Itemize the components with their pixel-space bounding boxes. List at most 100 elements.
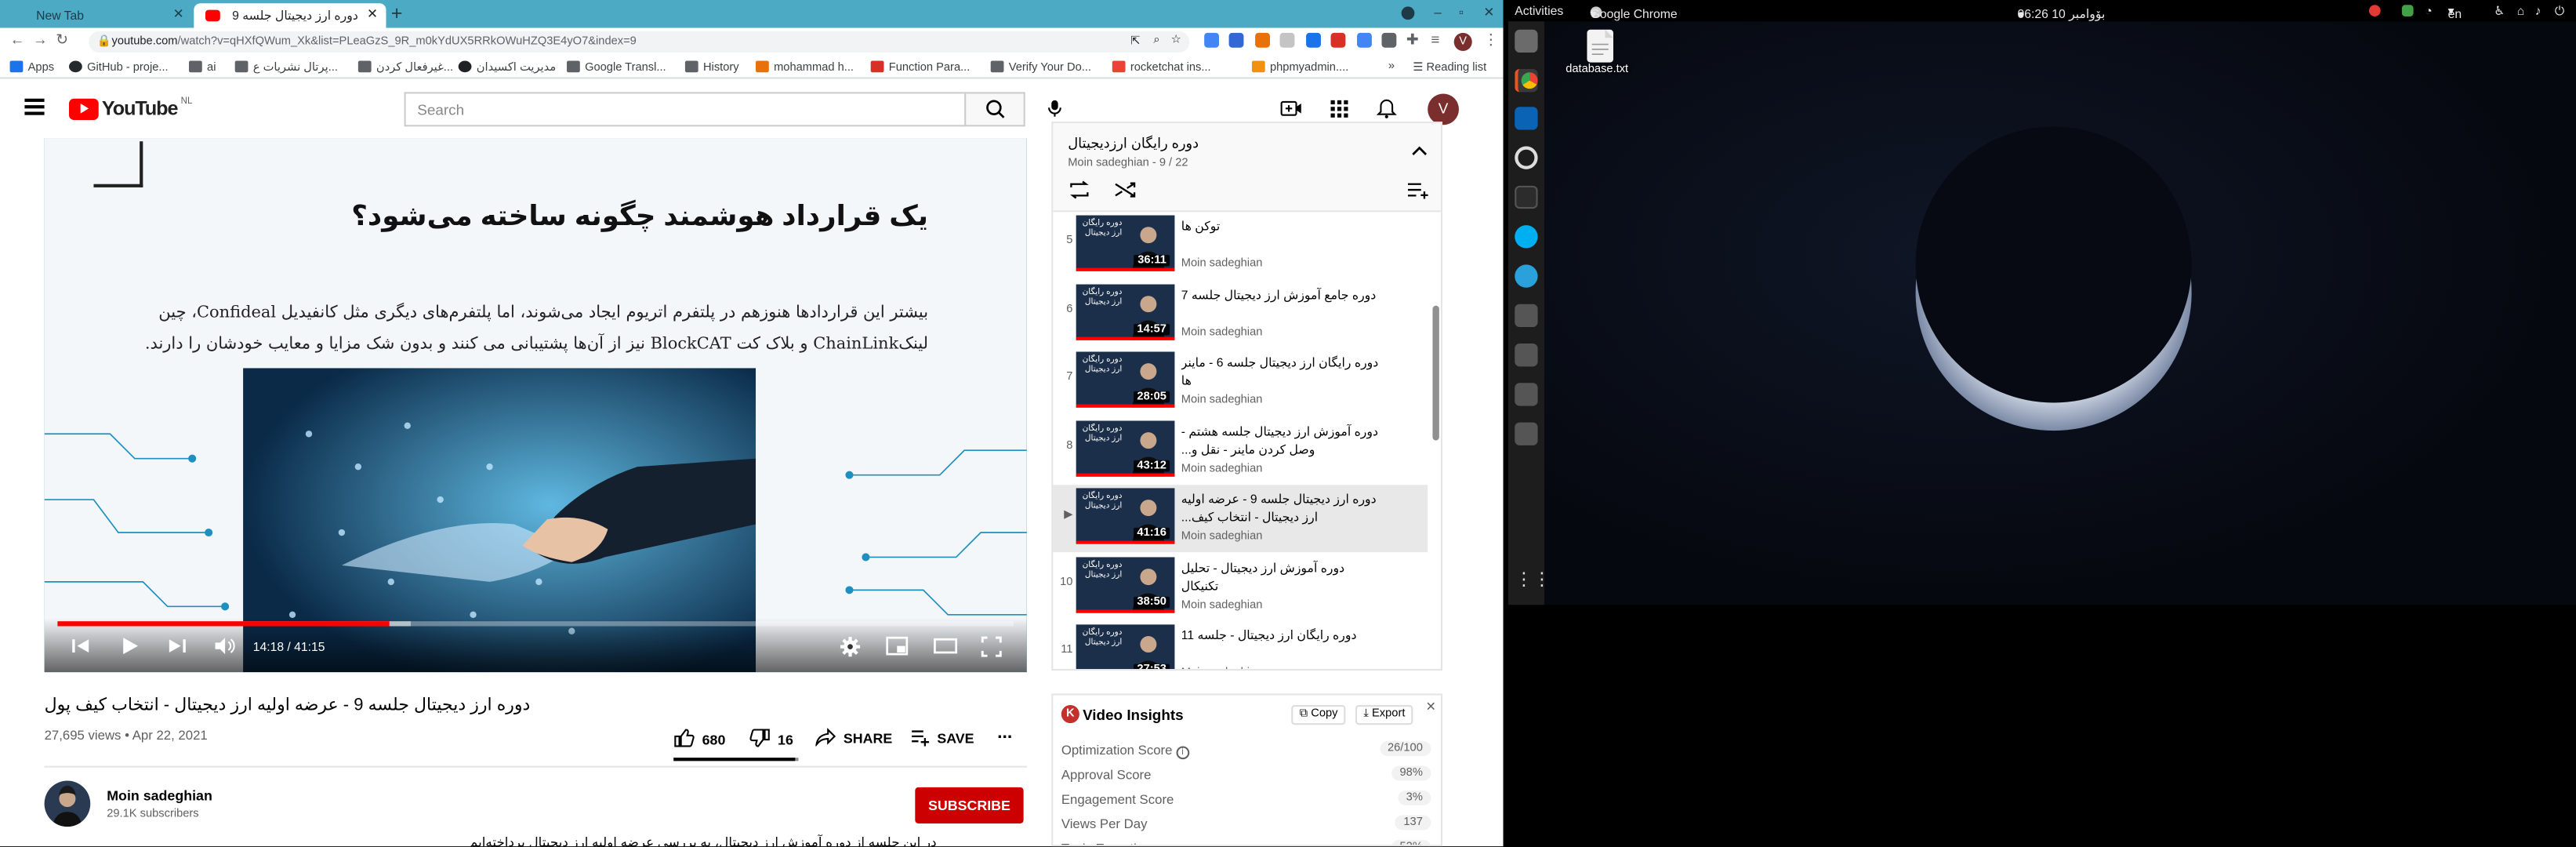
network-icon[interactable]: ⌂ [2517,3,2524,18]
channel-name[interactable]: Moin sadeghian [107,787,212,804]
play-icon[interactable] [120,636,140,656]
fullscreen-icon[interactable] [981,636,1002,657]
bookmark-history[interactable]: History [684,60,739,74]
like-button[interactable]: 680 [673,728,725,748]
app-icon[interactable] [1515,304,1538,328]
extension-icon[interactable] [1306,32,1321,48]
next-icon[interactable] [168,636,187,656]
tray-app-icon[interactable] [2368,5,2381,16]
user-avatar[interactable]: V [1428,93,1459,125]
search-button[interactable] [964,92,1025,127]
tor-icon[interactable] [1515,146,1538,169]
extension-icon[interactable] [1255,32,1270,48]
bookmark-phpmyadmin[interactable]: phpmyadmin.... [1251,60,1348,74]
playlist-item[interactable]: 5 دوره رایگان ارز دیجیتال 36:11 توکن ها Moin… [1053,212,1428,279]
bookmark-google-translate[interactable]: Google Transl... [567,60,666,74]
create-video-icon[interactable] [1280,97,1303,120]
channel-avatar[interactable] [44,780,91,827]
tray-app-icon[interactable]: ◔ [2425,3,2432,18]
chrome-dock-icon[interactable] [1515,69,1538,93]
playlist-item[interactable]: ▶ دوره رایگان ارز دیجیتال 41:16 دوره ارز دی… [1053,485,1428,553]
extension-icon[interactable] [1279,32,1295,48]
settings-gear-icon[interactable] [840,636,861,657]
bookmark-star-icon[interactable]: ☆ [1171,33,1181,46]
subscribe-button[interactable]: SUBSCRIBE [915,787,1024,823]
extension-icon[interactable] [1228,32,1244,48]
video-player[interactable]: یک قرارداد هوشمند چگونه ساخته می‌شود؟ بی… [44,138,1027,673]
playlist-menu-icon[interactable] [1406,183,1429,199]
zoom-icon[interactable]: ⌕ [1153,35,1159,48]
reload-icon[interactable]: ↻ [56,31,68,49]
new-tab-button[interactable]: + [391,2,403,24]
bookmark-function-para[interactable]: Function Para... [870,60,970,74]
address-bar[interactable]: 🔒 youtube.com/watch?v=qHXfQWum_Xk&list=P… [89,31,1190,53]
bookmarks-overflow[interactable]: » [1388,61,1395,73]
activities-button[interactable]: Activities [1515,3,1563,18]
more-actions-button[interactable]: ... [997,723,1012,743]
back-icon[interactable]: ← [10,31,25,48]
tray-app-icon[interactable] [2401,5,2414,16]
progress-bar[interactable] [57,621,1014,627]
theater-mode-icon[interactable] [933,636,958,656]
shuffle-icon[interactable] [1114,181,1137,199]
save-button[interactable]: SAVE [910,728,974,747]
minimize-icon[interactable]: – [1435,5,1442,20]
tab-youtube[interactable]: دوره ارز دیجیتال جلسه 9 ✕ [194,3,386,28]
media-icon[interactable]: ≡ [1431,31,1439,48]
bookmark-oxidan[interactable]: مدیریت اکسیدان [458,60,556,74]
loop-icon[interactable] [1068,180,1090,199]
search-input[interactable]: Search [404,92,967,127]
app-icon[interactable] [1515,344,1538,367]
text-file-icon[interactable] [1587,29,1613,63]
share-button[interactable]: SHARE [815,727,892,747]
forward-icon[interactable]: → [33,31,48,48]
playlist-item[interactable]: 10 دوره رایگان ارز دیجیتال 38:50 دوره آموزش… [1053,553,1428,620]
copy-button[interactable]: ⧉ Copy [1291,705,1347,725]
reading-list[interactable]: ☰ Reading list [1413,61,1486,75]
app-icon[interactable] [1515,383,1538,406]
bookmark-github[interactable]: GitHub - proje... [69,60,169,74]
collapse-chevron-icon[interactable] [1411,144,1428,156]
bookmark-ai-folder[interactable]: ai [189,60,216,74]
playlist-title[interactable]: دوره رایگان ارزدیجیتال [1068,135,1199,153]
bookmark-mohammad[interactable]: mohammad h... [756,60,854,74]
microphone-icon[interactable] [1045,99,1065,118]
previous-icon[interactable] [71,636,90,656]
miniplayer-icon[interactable] [886,636,909,656]
telegram-icon[interactable] [1515,264,1538,288]
playlist-item[interactable]: 11 دوره رایگان ارز دیجیتال 27:53 دوره رایگا… [1053,621,1428,669]
skype-icon[interactable] [1515,225,1538,249]
playlist-item[interactable]: 7 دوره رایگان ارز دیجیتال 28:05 دوره رایگان… [1053,348,1428,416]
vscode-icon[interactable] [1515,107,1538,130]
bookmark-rocketchat[interactable]: rocketchat ins... [1112,60,1211,74]
close-insights-icon[interactable]: × [1426,699,1435,717]
app-icon[interactable] [1515,422,1538,445]
terminal-icon[interactable] [1515,185,1538,209]
extension-icon[interactable] [1357,32,1372,48]
profile-avatar[interactable]: V [1453,32,1472,51]
playlist-item[interactable]: 6 دوره رایگان ارز دیجیتال 14:57 دوره جامع آ… [1053,280,1428,347]
info-icon[interactable]: i [1176,746,1189,760]
tab-new-tab[interactable]: New Tab ✕ [3,3,192,27]
files-icon[interactable] [1515,29,1538,53]
open-in-app-icon[interactable]: ⇱ [1130,35,1140,48]
dislike-button[interactable]: 16 [749,728,793,748]
power-icon[interactable]: ⏻ [2555,3,2564,20]
export-button[interactable]: ⤓ Export [1355,705,1413,725]
desktop-file-label[interactable]: database.txt [1566,64,1628,76]
tab-close-icon[interactable]: ✕ [367,6,378,21]
volume-icon[interactable] [213,636,235,656]
bookmark-disable[interactable]: غیرفعال کردن... [357,60,453,74]
close-window-icon[interactable]: ✕ [1483,5,1494,20]
notifications-bell-icon[interactable] [1375,97,1398,120]
chrome-menu-icon[interactable]: ⋮ [1483,31,1498,49]
playlist-scrollbar[interactable] [1432,305,1439,441]
playlist-item[interactable]: 8 دوره رایگان ارز دیجیتال 43:12 دوره آموزش … [1053,416,1428,484]
maximize-icon[interactable]: ▫ [1459,5,1464,20]
bookmark-verify[interactable]: Verify Your Do... [990,60,1091,74]
extension-icon[interactable] [1381,32,1397,48]
show-applications-icon[interactable]: ⋮⋮ [1515,569,1551,591]
accessibility-icon[interactable]: ♿ [2494,3,2505,18]
volume-tray-icon[interactable]: ♪ [2535,3,2542,18]
language-indicator[interactable]: en ▾ [2448,3,2462,21]
